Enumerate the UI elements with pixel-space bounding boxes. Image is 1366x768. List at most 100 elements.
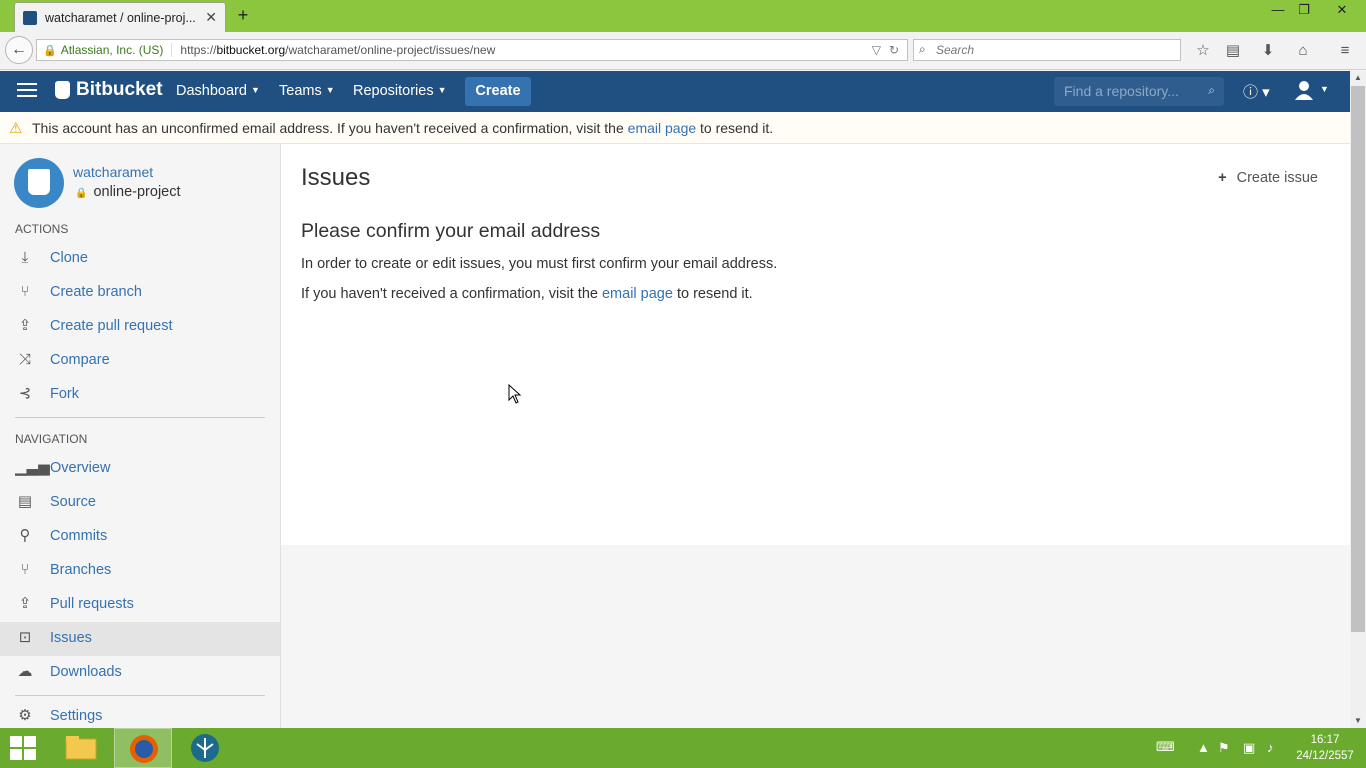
branch-icon: ⑂ — [20, 283, 30, 300]
scroll-down-icon[interactable]: ▼ — [1350, 714, 1366, 728]
help-icon[interactable]: ⓘ ▾ — [1243, 81, 1270, 102]
sidebar-item-branches[interactable]: ⑂ Branches — [0, 554, 280, 588]
search-icon: ⌕ — [919, 42, 926, 56]
email-page-link[interactable]: email page — [602, 286, 673, 302]
search-icon: ⌕ — [1208, 83, 1215, 97]
browser-tab[interactable]: watcharamet / online-proj... ✕ — [14, 2, 226, 32]
nav-dashboard[interactable]: Dashboard ▼ — [176, 83, 260, 99]
scroll-thumb[interactable] — [1351, 86, 1365, 632]
navigation-heading: NAVIGATION — [15, 432, 88, 446]
download-icon: ⤓ — [21, 249, 29, 266]
sidebar-item-fork[interactable]: ⊰ Fork — [0, 378, 280, 412]
repo-owner-link[interactable]: watcharamet — [73, 164, 153, 180]
tab-title: watcharamet / online-proj... — [45, 10, 196, 25]
home-icon[interactable]: ⌂ — [1293, 42, 1313, 60]
minimize-button[interactable]: — — [1264, 0, 1292, 22]
site-identity[interactable]: Atlassian, Inc. (US) — [61, 43, 173, 57]
menu-icon[interactable]: ≡ — [1335, 42, 1355, 60]
bookmark-star-icon[interactable]: ☆ — [1193, 42, 1213, 60]
sidebar-item-commits[interactable]: ⚲ Commits — [0, 520, 280, 554]
main-content: Issues + Create issue Please confirm your… — [281, 144, 1350, 545]
hamburger-menu-icon[interactable] — [17, 83, 37, 99]
source-file-icon: ▤ — [17, 493, 33, 510]
sidebar-item-clone[interactable]: ⤓ Clone — [0, 242, 280, 276]
email-page-link[interactable]: email page — [628, 120, 697, 136]
sidebar-item-pull-requests[interactable]: ⇪ Pull requests — [0, 588, 280, 622]
bitbucket-bucket-icon — [55, 81, 70, 99]
bitbucket-header: Bitbucket Dashboard ▼ Teams ▼ Repositories… — [0, 71, 1350, 112]
mouse-cursor-icon — [508, 384, 522, 404]
sidebar-item-issues[interactable]: ⊡ Issues — [0, 622, 280, 656]
repo-sidebar: watcharamet 🔒 online-project ACTIONS ⤓ Clo… — [0, 144, 281, 728]
volume-icon[interactable]: ♪ — [1267, 740, 1274, 755]
page-scrollbar[interactable]: ▲ ▼ — [1350, 71, 1366, 728]
network-icon[interactable]: ▣ — [1243, 740, 1255, 756]
sidebar-item-overview[interactable]: ▁▃▅ Overview — [0, 452, 280, 486]
page-title: Issues — [301, 164, 371, 191]
windows-taskbar: ⌨ ▲ ⚑ ▣ ♪ 16:17 24/12/2557 — [0, 728, 1366, 768]
chevron-down-icon: ▼ — [325, 85, 335, 95]
reload-icon[interactable]: ↻ — [889, 43, 899, 57]
commit-icon: ⚲ — [19, 527, 31, 544]
sidebar-item-compare[interactable]: ⤨ Compare — [0, 344, 280, 378]
sidebar-item-create-pull-request[interactable]: ⇪ Create pull request — [0, 310, 280, 344]
sidebar-divider — [15, 695, 265, 696]
search-input[interactable]: ⌕ Search — [913, 39, 1181, 61]
actions-heading: ACTIONS — [15, 222, 69, 236]
compare-shuffle-icon: ⤨ — [18, 351, 31, 368]
user-icon — [1295, 81, 1313, 100]
chevron-down-icon: ▼ — [437, 85, 447, 95]
show-hidden-icons-icon[interactable]: ▲ — [1197, 740, 1210, 755]
create-button[interactable]: Create — [465, 77, 531, 106]
resend-message: If you haven't received a confirmation, … — [301, 286, 753, 302]
repo-name[interactable]: 🔒 online-project — [75, 184, 181, 200]
branches-icon: ⑂ — [20, 561, 30, 578]
confirm-email-message: In order to create or edit issues, you m… — [301, 256, 778, 272]
url-text: https://bitbucket.org/watcharamet/online… — [180, 43, 496, 57]
close-window-button[interactable]: ✕ — [1322, 0, 1362, 22]
bitbucket-logo[interactable]: Bitbucket — [55, 79, 163, 101]
gear-icon: ⚙ — [18, 707, 32, 724]
chevron-down-icon: ▼ — [250, 85, 260, 95]
plus-icon: + — [1218, 170, 1227, 186]
sidebar-divider — [15, 417, 265, 418]
confirm-email-heading: Please confirm your email address — [301, 220, 601, 242]
nav-repositories[interactable]: Repositories ▼ — [353, 83, 447, 99]
firefox-icon[interactable] — [114, 728, 172, 768]
download-icon[interactable]: ⬇ — [1258, 42, 1278, 60]
overview-bars-icon: ▁▃▅ — [15, 459, 50, 476]
reading-list-icon[interactable]: ▤ — [1223, 42, 1243, 60]
issues-icon: ⊡ — [18, 629, 32, 646]
sidebar-item-downloads[interactable]: ☁ Downloads — [0, 656, 280, 690]
user-avatar[interactable] — [1294, 80, 1314, 100]
dropdown-arrow-icon[interactable]: ▽ — [872, 43, 881, 57]
find-repository-input[interactable]: Find a repository... ⌕ — [1054, 77, 1224, 106]
repo-avatar[interactable] — [14, 158, 64, 208]
sidebar-item-create-branch[interactable]: ⑂ Create branch — [0, 276, 280, 310]
cloud-download-icon: ☁ — [17, 663, 33, 680]
bitbucket-favicon-icon — [23, 10, 37, 25]
lock-icon: 🔒 — [43, 44, 57, 57]
keyboard-icon[interactable]: ⌨ — [1156, 739, 1175, 755]
create-issue-button[interactable]: + Create issue — [1218, 170, 1318, 186]
pull-request-icon: ⇪ — [18, 317, 32, 334]
fork-icon: ⊰ — [18, 385, 32, 402]
windows-start-icon[interactable] — [10, 736, 38, 762]
unconfirmed-email-banner: ⚠ This account has an unconfirmed email … — [0, 112, 1350, 144]
app-tree-icon[interactable] — [176, 728, 234, 768]
back-button[interactable]: ← — [5, 36, 33, 64]
search-placeholder: Search — [936, 43, 975, 57]
restore-button[interactable]: ❐ — [1290, 0, 1318, 22]
address-bar[interactable]: 🔒 Atlassian, Inc. (US) https://bitbucket… — [36, 39, 908, 61]
close-tab-icon[interactable]: ✕ — [205, 9, 217, 26]
sidebar-item-source[interactable]: ▤ Source — [0, 486, 280, 520]
nav-teams[interactable]: Teams ▼ — [279, 83, 335, 99]
browser-navbar: ← 🔒 Atlassian, Inc. (US) https://bitbuck… — [0, 32, 1366, 70]
private-lock-icon: 🔒 — [75, 188, 88, 199]
file-explorer-icon[interactable] — [52, 728, 110, 768]
user-menu-chevron-icon[interactable]: ▼ — [1320, 84, 1329, 94]
scroll-up-icon[interactable]: ▲ — [1350, 71, 1366, 85]
action-center-flag-icon[interactable]: ⚑ — [1218, 740, 1230, 756]
taskbar-clock[interactable]: 16:17 24/12/2557 — [1290, 732, 1360, 764]
new-tab-button[interactable]: + — [232, 4, 254, 26]
